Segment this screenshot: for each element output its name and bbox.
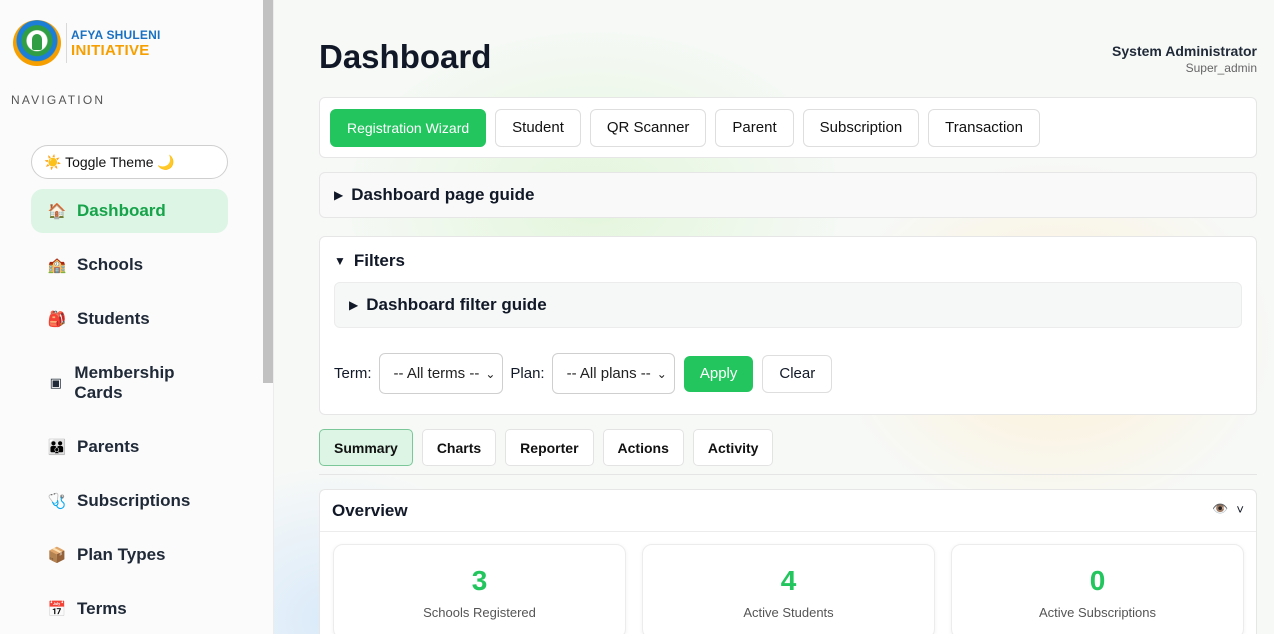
- sidebar-item-label: Schools: [77, 255, 144, 274]
- calendar-icon: 📅: [47, 601, 67, 618]
- dashboard-tabs: Summary Charts Reporter Actions Activity: [319, 429, 774, 466]
- brand-text: AFYA SHULENI INITIATIVE: [71, 28, 161, 58]
- user-role: Super_admin: [1185, 61, 1257, 75]
- eye-icon[interactable]: 👁️: [1212, 501, 1228, 517]
- chevron-down-icon[interactable]: ˅: [1236, 502, 1244, 517]
- family-icon: 👪: [47, 439, 67, 456]
- plan-select[interactable]: -- All plans -- ⌄: [551, 353, 675, 394]
- sidebar-item-plan-types[interactable]: 📦 Plan Types: [31, 533, 228, 577]
- sidebar-item-membership-cards[interactable]: ▣ Membership Cards: [31, 358, 211, 408]
- package-icon: 📦: [47, 547, 67, 564]
- card-icon: ▣: [49, 375, 62, 390]
- user-info[interactable]: System Administrator Super_admin: [1112, 43, 1257, 75]
- plan-select-value: -- All plans --: [566, 365, 651, 382]
- tab-actions[interactable]: Actions: [602, 429, 684, 466]
- sidebar-item-dashboard[interactable]: 🏠 Dashboard: [31, 189, 228, 233]
- tab-charts[interactable]: Charts: [421, 429, 497, 466]
- filter-row: Term: -- All terms -- ⌄ Plan: -- All pla…: [334, 353, 833, 394]
- stat-label: Active Students: [743, 605, 834, 620]
- sidebar-item-label: Subscriptions: [77, 491, 191, 510]
- toggle-theme-button[interactable]: ☀️ Toggle Theme 🌙: [31, 145, 228, 179]
- sidebar-item-schools[interactable]: 🏫 Schools: [31, 243, 228, 287]
- stat-card-subscriptions: 0 Active Subscriptions: [951, 544, 1244, 634]
- sidebar-item-label: Students: [77, 309, 150, 328]
- apply-button[interactable]: Apply: [683, 355, 754, 392]
- tab-reporter[interactable]: Reporter: [505, 429, 594, 466]
- subscription-button[interactable]: Subscription: [802, 108, 920, 147]
- sidebar-item-students[interactable]: 🎒 Students: [31, 297, 228, 341]
- overview-title: Overview: [332, 500, 408, 520]
- stethoscope-icon: 🩺: [47, 493, 67, 510]
- chevron-down-icon: ⌄: [485, 366, 496, 381]
- afya-shuleni-logo: [13, 20, 61, 66]
- filter-guide-label: Dashboard filter guide: [366, 295, 547, 314]
- backpack-icon: 🎒: [47, 311, 67, 328]
- tab-summary[interactable]: Summary: [319, 429, 413, 466]
- chevron-down-icon: ⌄: [656, 366, 667, 381]
- tab-activity[interactable]: Activity: [692, 429, 774, 466]
- school-icon: 🏫: [47, 257, 67, 274]
- transaction-button[interactable]: Transaction: [928, 108, 1040, 147]
- overview-panel: Overview 👁️ ˅ 3 Schools Registered 4 Act…: [319, 489, 1257, 634]
- term-select-value: -- All terms --: [393, 365, 480, 382]
- brand-line-1: AFYA SHULENI: [71, 28, 161, 42]
- sidebar-item-terms[interactable]: 📅 Terms: [31, 587, 228, 631]
- page-title: Dashboard: [319, 38, 492, 75]
- sidebar-scrollbar[interactable]: [263, 0, 273, 383]
- collapse-triangle-icon: ▼: [334, 254, 346, 268]
- dashboard-page-guide[interactable]: ▶ Dashboard page guide: [319, 172, 1257, 218]
- stat-label: Schools Registered: [423, 605, 536, 620]
- parent-button[interactable]: Parent: [715, 108, 794, 147]
- tabs-divider: [319, 474, 1257, 475]
- student-button[interactable]: Student: [495, 108, 581, 147]
- stat-value: 3: [471, 565, 488, 596]
- dashboard-filter-guide[interactable]: ▶ Dashboard filter guide: [334, 282, 1242, 328]
- sidebar-item-parents[interactable]: 👪 Parents: [31, 425, 228, 469]
- filters-toggle[interactable]: ▼ Filters: [334, 251, 405, 271]
- user-name: System Administrator: [1112, 43, 1257, 59]
- sidebar-item-label: Parents: [77, 437, 140, 456]
- brand-divider: [66, 23, 67, 63]
- term-select[interactable]: -- All terms -- ⌄: [378, 353, 504, 394]
- clear-button[interactable]: Clear: [762, 354, 833, 393]
- overview-tools: 👁️ ˅: [1212, 501, 1244, 517]
- stat-value: 4: [780, 565, 797, 596]
- brand-line-2: INITIATIVE: [71, 42, 150, 59]
- qr-scanner-button[interactable]: QR Scanner: [589, 108, 707, 147]
- sidebar: AFYA SHULENI INITIATIVE NAVIGATION ☀️ To…: [0, 0, 274, 634]
- filters-title: Filters: [353, 251, 405, 270]
- sidebar-item-label: Plan Types: [77, 545, 166, 564]
- overview-header: Overview: [320, 490, 1256, 532]
- stat-value: 0: [1089, 565, 1106, 596]
- sidebar-item-label: Membership Cards: [74, 363, 175, 402]
- main-content: Dashboard System Administrator Super_adm…: [274, 0, 1274, 634]
- term-label: Term:: [334, 365, 372, 382]
- plan-label: Plan:: [510, 365, 545, 382]
- quick-actions-bar: Registration Wizard Student QR Scanner P…: [319, 97, 1257, 158]
- guide-label: Dashboard page guide: [351, 185, 535, 204]
- brand[interactable]: AFYA SHULENI INITIATIVE: [13, 20, 161, 66]
- nav-heading: NAVIGATION: [11, 93, 106, 107]
- stat-card-students: 4 Active Students: [642, 544, 935, 634]
- sidebar-item-label: Terms: [77, 599, 127, 618]
- home-icon: 🏠: [47, 203, 67, 220]
- expand-triangle-icon: ▶: [349, 298, 359, 312]
- registration-wizard-button[interactable]: Registration Wizard: [330, 108, 487, 147]
- sidebar-item-subscriptions[interactable]: 🩺 Subscriptions: [31, 479, 228, 523]
- filters-panel: ▼ Filters ▶ Dashboard filter guide Term:…: [319, 236, 1257, 415]
- sidebar-item-label: Dashboard: [77, 201, 166, 220]
- expand-triangle-icon: ▶: [334, 188, 344, 202]
- stat-label: Active Subscriptions: [1038, 605, 1157, 620]
- stat-card-schools: 3 Schools Registered: [333, 544, 626, 634]
